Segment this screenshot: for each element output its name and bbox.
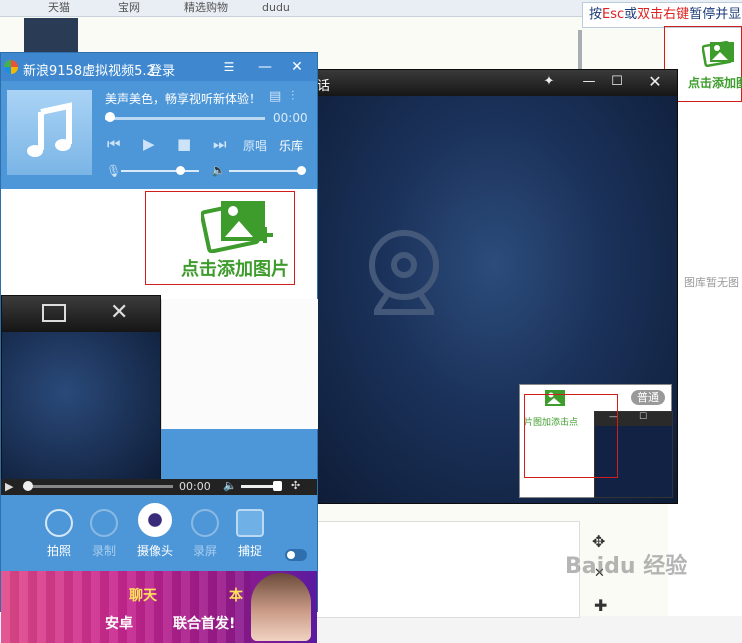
right-side-panel <box>668 17 742 616</box>
panel-title: 新浪9158虚拟视频5.2 <box>23 64 155 79</box>
quality-badge[interactable]: 普通 <box>631 390 665 405</box>
video-progress-track[interactable] <box>23 485 173 488</box>
camera-icon <box>45 509 73 537</box>
bookmark-tmall[interactable]: 天猫 <box>48 0 70 16</box>
video-volume-knob[interactable] <box>273 481 282 491</box>
login-link[interactable]: 登录 <box>149 60 175 79</box>
webcam-placeholder-icon <box>369 230 469 330</box>
bookmark-dudu[interactable]: dudu <box>262 0 290 16</box>
video-window-titlebar[interactable]: 话 ✦ — ☐ ✕ <box>311 70 677 96</box>
original-vocal-button[interactable]: 原唱 <box>243 137 267 154</box>
close-icon[interactable]: ✕ <box>110 300 128 325</box>
ad-text-line2: 安卓 <box>105 616 133 632</box>
add-picture-label-top-right[interactable]: 点击添加图 <box>688 74 742 91</box>
song-time: 00:00 <box>273 111 308 125</box>
mic-volume-knob[interactable] <box>176 166 185 175</box>
watermark: Baidu 经验 <box>565 554 688 579</box>
record-button[interactable]: 录制 <box>84 509 124 559</box>
maximize-icon[interactable] <box>42 304 66 322</box>
mini-maximize-icon[interactable]: ☐ <box>639 412 647 422</box>
record-icon <box>90 509 118 537</box>
secondary-window-titlebar[interactable]: ✕ <box>2 296 160 332</box>
bookmark-shopping[interactable]: 精选购物 <box>184 0 228 16</box>
webcam-button[interactable]: 摄像头 <box>133 503 177 559</box>
ad-text-line1: 聊天 <box>129 588 157 604</box>
expand-icon[interactable]: ✣ <box>291 479 300 492</box>
webcam-icon <box>138 503 172 537</box>
toggle-switch[interactable] <box>285 549 307 561</box>
menu-icon[interactable]: ☰ <box>219 57 239 77</box>
minimize-icon[interactable]: — <box>255 57 275 77</box>
capture-icon <box>236 509 264 537</box>
tool-bar: 拍照 录制 摄像头 录屏 捕捉 <box>1 495 317 571</box>
close-icon[interactable]: ✕ <box>645 73 665 91</box>
video-time: 00:00 <box>179 480 211 493</box>
close-icon[interactable]: ✕ <box>287 57 307 77</box>
volume-icon[interactable]: 🔈 <box>223 479 237 492</box>
bookmark-taobao[interactable]: 宝网 <box>118 0 140 16</box>
play-icon[interactable]: ▶ <box>143 135 155 153</box>
previous-icon[interactable]: ⏮ <box>107 135 121 153</box>
screen-record-button[interactable]: 录屏 <box>185 509 225 559</box>
capture-button[interactable]: 捕捉 <box>230 509 270 559</box>
gallery-empty-text: 图库暂无图 <box>684 276 739 289</box>
background-thumbnail <box>24 18 78 52</box>
preview-thumbnail[interactable]: 普通 片图加添击点 — ☐ <box>519 384 673 498</box>
play-icon[interactable]: ▶ <box>5 480 13 493</box>
speaker-icon: 🔈 <box>211 163 226 177</box>
ad-text-line2-end: 联合首发! <box>173 616 236 632</box>
music-library-button[interactable]: 乐库 <box>279 137 303 154</box>
panel-titlebar[interactable]: 新浪9158虚拟视频5.2 登录 ☰ — ✕ <box>1 53 317 81</box>
screen-record-icon <box>191 509 219 537</box>
microphone-icon: 🎙 <box>106 164 122 178</box>
song-title: 美声美色，畅享视听新体验！ <box>105 92 262 106</box>
ad-text-line1-end: 本 <box>229 588 243 604</box>
maximize-icon[interactable]: ☐ <box>607 73 627 91</box>
highlight-box-panel <box>145 191 295 285</box>
secondary-video-window: ✕ <box>1 295 161 483</box>
video-window: 话 ✦ — ☐ ✕ 普通 片图加添击点 — ☐ <box>310 69 678 504</box>
add-image-icon-top-right[interactable] <box>701 40 736 68</box>
video-progress-knob[interactable] <box>23 481 33 491</box>
ad-model-photo <box>251 573 311 641</box>
music-volume-track[interactable] <box>229 170 305 172</box>
advertisement-banner[interactable]: 聊天 本 安卓 联合首发! <box>1 571 317 643</box>
video-window-title: 话 <box>317 79 331 94</box>
secondary-video-area <box>2 332 160 482</box>
video-playbar: ▶ 00:00 🔈 ✣ <box>1 479 317 495</box>
music-volume-knob[interactable] <box>297 166 306 175</box>
pin-icon[interactable]: ✦ <box>539 73 559 91</box>
song-progress-bar[interactable] <box>105 117 265 120</box>
add-small-icon[interactable]: ✚ <box>594 596 607 615</box>
photo-button[interactable]: 拍照 <box>39 509 79 559</box>
stop-icon[interactable]: ■ <box>177 135 191 153</box>
minimize-icon[interactable]: — <box>579 73 599 91</box>
song-progress-knob[interactable] <box>105 112 115 122</box>
lyrics-icon[interactable]: ▤ <box>269 89 281 104</box>
music-note-icon <box>7 90 92 175</box>
mic-volume-track[interactable] <box>121 170 199 172</box>
hint-bar: 按Esc或双击右键暂停并显 <box>582 2 742 28</box>
next-icon[interactable]: ⏭ <box>213 135 227 153</box>
equalizer-icon[interactable]: ⫶ <box>291 89 294 104</box>
highlight-box-preview <box>524 394 618 478</box>
music-player: 美声美色，畅享视听新体验！ ▤ ⫶ 00:00 ⏮ ▶ ■ ⏭ 原唱 乐库 🎙 … <box>1 81 317 189</box>
app-logo-icon <box>4 60 18 74</box>
content-inner <box>161 299 318 429</box>
bottom-card <box>314 521 580 618</box>
virtual-video-panel: 新浪9158虚拟视频5.2 登录 ☰ — ✕ 美声美色，畅享视听新体验！ ▤ ⫶… <box>0 52 318 643</box>
